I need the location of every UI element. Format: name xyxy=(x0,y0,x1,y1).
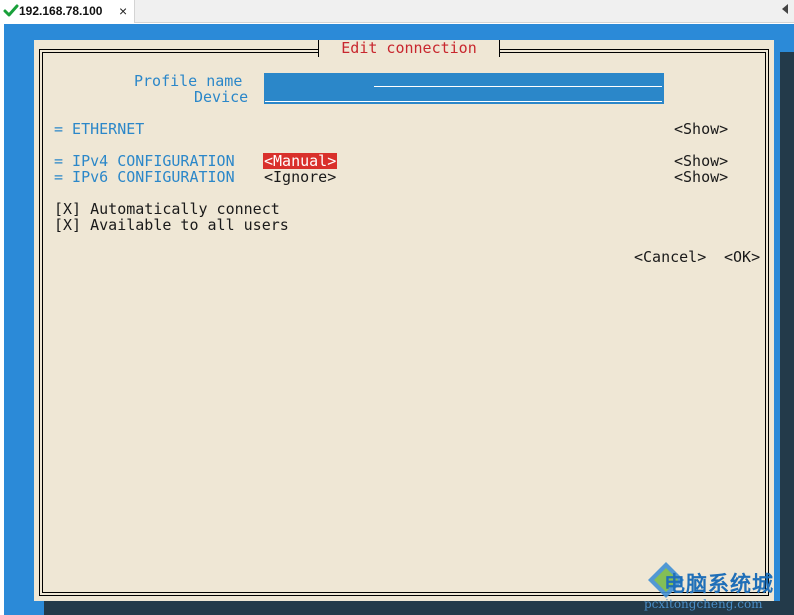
ipv6-show-button[interactable]: <Show> xyxy=(674,169,728,185)
tab-title: 192.168.78.100 xyxy=(19,4,103,18)
close-icon[interactable]: × xyxy=(119,2,127,20)
dialog-shadow-right xyxy=(780,52,794,615)
device-label: Device xyxy=(194,88,249,106)
connected-check-icon xyxy=(3,4,19,17)
tab-bar: 192.168.78.100 × xyxy=(0,0,794,23)
auto-connect-checkbox[interactable]: [X] Automatically connect xyxy=(54,201,280,217)
ipv4-show-button[interactable]: <Show> xyxy=(674,153,728,169)
device-underline xyxy=(265,101,662,102)
watermark-subtext: pcxitongcheng.com xyxy=(644,597,763,611)
tab-scroll-left-icon[interactable] xyxy=(782,4,788,14)
cancel-button[interactable]: <Cancel> xyxy=(634,249,706,265)
ipv6-method-dropdown[interactable]: <Ignore> xyxy=(264,169,336,185)
profile-name-underline xyxy=(374,86,662,87)
ok-button[interactable]: <OK> xyxy=(724,249,760,265)
dialog-border-inner xyxy=(42,52,766,593)
all-users-checkbox[interactable]: [X] Available to all users xyxy=(54,217,289,233)
ethernet-show-button[interactable]: <Show> xyxy=(674,121,728,137)
ethernet-section-label[interactable]: = ETHERNET xyxy=(54,121,144,137)
ipv6-section-label[interactable]: = IPv6 CONFIGURATION xyxy=(54,169,235,185)
profile-name-label: Profile name xyxy=(134,72,243,90)
ipv4-method-dropdown[interactable]: <Manual> xyxy=(263,153,338,169)
watermark-text: 电脑系统城 xyxy=(664,572,774,596)
dialog-title: Edit connection xyxy=(341,39,477,57)
ipv4-section-label[interactable]: = IPv4 CONFIGURATION xyxy=(54,153,235,169)
session-tab[interactable]: 192.168.78.100 × xyxy=(0,0,135,23)
